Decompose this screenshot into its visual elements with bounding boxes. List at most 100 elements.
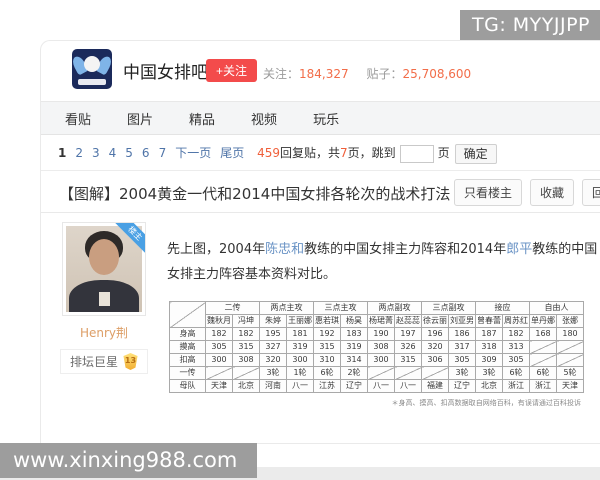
- player-name-cell: 杨昊: [340, 314, 368, 328]
- stat-cell: 3轮: [259, 366, 287, 380]
- stat-cell: 326: [394, 340, 422, 354]
- stat-cell: 浙江: [502, 379, 530, 393]
- jump-page-input[interactable]: [399, 144, 434, 163]
- row-label-cell: 扣高: [169, 353, 206, 367]
- author-link[interactable]: 郎平: [506, 242, 532, 257]
- nav-tab[interactable]: 图片: [127, 104, 153, 137]
- nav-tab[interactable]: 精品: [189, 104, 215, 137]
- stat-cell: 187: [475, 327, 503, 341]
- watermark-top-right: TG: MYYJJPP: [460, 10, 600, 40]
- row-label-cell: 摸高: [169, 340, 206, 354]
- stat-cell: 182: [232, 327, 260, 341]
- page-link[interactable]: 5: [125, 146, 133, 160]
- stat-cell: 180: [556, 327, 584, 341]
- stat-cell: 168: [529, 327, 557, 341]
- stat-cell: [205, 366, 233, 380]
- author-link[interactable]: 陈忠和: [265, 242, 304, 257]
- page-link[interactable]: 4: [109, 146, 117, 160]
- page-link[interactable]: 7: [159, 146, 167, 160]
- table-footnote: ＊身高、摸高、扣高数据取自网络百科，有误请通过百科投诉: [391, 399, 581, 408]
- jump-text: 页，跳到: [347, 146, 396, 160]
- page-unit-label: 页: [437, 146, 450, 160]
- post-content: 先上图，2004年陈忠和教练的中国女排主力阵容和2014年郎平教练的中国女排主力…: [167, 213, 600, 410]
- reply-count-text: 回复贴，共: [279, 146, 340, 160]
- lineup-comparison-table: 二传 两点主攻 三点主攻 两点副攻 三点副攻 接应 自由人 魏秋月 冯坤 朱婷 王丽娜 惠若琪 杨昊 杨珺…: [169, 301, 584, 393]
- forum-title[interactable]: 中国女排吧: [123, 58, 208, 83]
- avatar-collar: [99, 292, 110, 306]
- forum-logo: [72, 49, 112, 89]
- stat-cell: [232, 366, 260, 380]
- pagination-bar: 1 2 3 4 5 6 7 下一页 尾页 459回复贴，共7页，跳到页确定: [41, 136, 600, 171]
- player-name-cell: 徐云丽: [421, 314, 449, 328]
- stat-cell: 315: [232, 340, 260, 354]
- posts-label: 贴子：: [366, 67, 403, 81]
- stat-cell: 195: [259, 327, 287, 341]
- stat-cell: 北京: [232, 379, 260, 393]
- stat-cell: 313: [502, 340, 530, 354]
- thread-actions: 只看楼主收藏回复: [446, 179, 600, 206]
- stat-cell: 319: [340, 340, 368, 354]
- next-page-link[interactable]: 下一页: [175, 146, 211, 160]
- player-name-cell: 惠若琪: [313, 314, 341, 328]
- stat-cell: 308: [232, 353, 260, 367]
- reply-button[interactable]: 回复: [581, 179, 600, 206]
- reply-count: 459: [257, 146, 280, 160]
- watermark-bottom-left: www.xinxing988.com: [0, 443, 258, 478]
- only-op-button[interactable]: 只看楼主: [453, 179, 522, 206]
- poster-username[interactable]: Henry荆: [56, 324, 152, 341]
- stat-cell: 天津: [205, 379, 233, 393]
- stat-cell: 318: [475, 340, 503, 354]
- stat-cell: 308: [367, 340, 395, 354]
- player-name-cell: 朱婷: [259, 314, 287, 328]
- poster-badge[interactable]: 排坛巨星 13: [60, 349, 148, 374]
- row-label-cell: 身高: [169, 327, 206, 341]
- position-group-header: 接应: [475, 301, 530, 315]
- nav-tab[interactable]: 视频: [251, 104, 277, 137]
- forum-stats: 关注：184,327 贴子：25,708,600: [263, 65, 471, 82]
- followers-label: 关注：: [263, 67, 300, 81]
- stat-cell: 浙江: [529, 379, 557, 393]
- stat-cell: 320: [421, 340, 449, 354]
- stat-cell: 八一: [394, 379, 422, 393]
- row-label-cell: 母队: [169, 379, 206, 393]
- player-name-cell: 魏秋月: [205, 314, 233, 328]
- player-name-cell: 冯坤: [232, 314, 260, 328]
- player-name-cell: 杨珺菁: [367, 314, 395, 328]
- player-name-cell: 王丽娜: [286, 314, 314, 328]
- poster-avatar[interactable]: 楼主: [62, 222, 146, 316]
- favorite-button[interactable]: 收藏: [529, 179, 574, 206]
- stat-cell: 6轮: [313, 366, 341, 380]
- stat-cell: 福建: [421, 379, 449, 393]
- table-corner-cell: [169, 301, 206, 328]
- position-group-header: 三点副攻: [421, 301, 476, 315]
- nav-tab[interactable]: 看贴: [65, 104, 91, 137]
- nav-tab[interactable]: 玩乐: [313, 104, 339, 137]
- stat-cell: 八一: [286, 379, 314, 393]
- stat-cell: 320: [259, 353, 287, 367]
- poster-sidebar: 楼主 Henry荆 排坛巨星 13: [56, 222, 152, 374]
- post-text: 先上图，2004年: [167, 242, 266, 257]
- follow-button[interactable]: +关注: [206, 59, 258, 82]
- stat-cell: [556, 353, 584, 367]
- stat-cell: 辽宁: [448, 379, 476, 393]
- logo-banner: [78, 79, 106, 85]
- stat-cell: [367, 366, 395, 380]
- stat-cell: 183: [340, 327, 368, 341]
- stat-cell: [529, 353, 557, 367]
- row-label-cell: 一传: [169, 366, 206, 380]
- confirm-button[interactable]: 确定: [454, 143, 497, 164]
- stat-cell: 300: [205, 353, 233, 367]
- stat-cell: 八一: [367, 379, 395, 393]
- page-current: 1: [58, 146, 67, 160]
- page-link[interactable]: 2: [75, 146, 83, 160]
- stat-cell: [556, 340, 584, 354]
- stat-cell: 310: [313, 353, 341, 367]
- page-link[interactable]: 3: [92, 146, 100, 160]
- followers-count: 184,327: [299, 67, 349, 81]
- stat-cell: [529, 340, 557, 354]
- player-name-cell: 赵蕊蕊: [394, 314, 422, 328]
- page-link[interactable]: 6: [142, 146, 150, 160]
- player-name-cell: 单丹娜: [529, 314, 557, 328]
- last-page-link[interactable]: 尾页: [220, 146, 244, 160]
- avatar-face: [89, 239, 119, 275]
